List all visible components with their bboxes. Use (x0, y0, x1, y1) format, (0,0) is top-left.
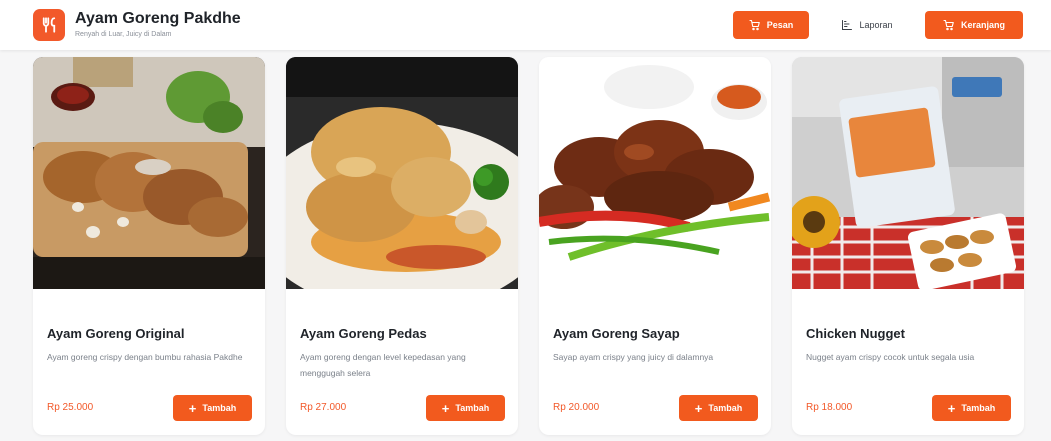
brand-subtitle: Renyah di Luar, Juicy di Dalam (75, 31, 172, 38)
add-button-label: Tambah (455, 403, 490, 413)
nav-pesan-label: Pesan (766, 20, 794, 30)
menu-card-original: Ayam Goreng Original Ayam goreng crispy … (33, 57, 265, 435)
nav-keranjang-button[interactable]: Keranjang (925, 11, 1023, 39)
menu-item-description: Ayam goreng crispy dengan bumbu rahasia … (47, 352, 243, 362)
nav-pesan-button[interactable]: Pesan (733, 11, 809, 39)
menu-item-price: Rp 25.000 (47, 402, 94, 413)
nav-laporan-button[interactable]: Laporan (824, 11, 910, 39)
report-chart-icon (841, 19, 853, 31)
menu-item-description: Sayap ayam crispy yang juicy di dalamnya (553, 352, 714, 362)
menu-item-price: Rp 18.000 (806, 402, 853, 413)
menu-card-pedas: Ayam Goreng Pedas Ayam goreng dengan lev… (286, 57, 518, 435)
add-button-label: Tambah (708, 403, 743, 413)
add-to-cart-button[interactable]: + Tambah (173, 395, 252, 421)
menu-card-sayap: Ayam Goreng Sayap Sayap ayam crispy yang… (539, 57, 771, 435)
cart-icon (749, 19, 761, 31)
plus-icon: + (188, 400, 197, 416)
fried-chicken-image (33, 57, 265, 289)
spicy-fried-chicken-image (286, 57, 518, 289)
menu-card-nugget: Chicken Nugget Nugget ayam crispy cocok … (792, 57, 1024, 435)
menu-item-name: Ayam Goreng Pedas (300, 326, 427, 341)
brand-title: Ayam Goreng Pakdhe (75, 10, 241, 27)
app-header: Ayam Goreng Pakdhe Renyah di Luar, Juicy… (0, 0, 1051, 50)
menu-item-price: Rp 27.000 (300, 402, 347, 413)
utensils-icon (33, 9, 65, 41)
plus-icon: + (441, 400, 450, 416)
menu-item-name: Ayam Goreng Sayap (553, 326, 680, 341)
chicken-nugget-image (792, 57, 1024, 289)
add-to-cart-button[interactable]: + Tambah (426, 395, 505, 421)
cart-icon (943, 19, 955, 31)
menu-item-name: Chicken Nugget (806, 326, 905, 341)
add-to-cart-button[interactable]: + Tambah (932, 395, 1011, 421)
nav-keranjang-label: Keranjang (960, 20, 1005, 30)
add-button-label: Tambah (961, 403, 996, 413)
plus-icon: + (694, 400, 703, 416)
add-button-label: Tambah (202, 403, 237, 413)
menu-item-price: Rp 20.000 (553, 402, 600, 413)
menu-item-name: Ayam Goreng Original (47, 326, 185, 341)
nav-laporan-label: Laporan (859, 20, 893, 30)
menu-item-description: Ayam goreng dengan level kepedasan yang … (300, 352, 466, 378)
add-to-cart-button[interactable]: + Tambah (679, 395, 758, 421)
chicken-wings-image (539, 57, 771, 289)
menu-item-description: Nugget ayam crispy cocok untuk segala us… (806, 352, 975, 362)
plus-icon: + (947, 400, 956, 416)
